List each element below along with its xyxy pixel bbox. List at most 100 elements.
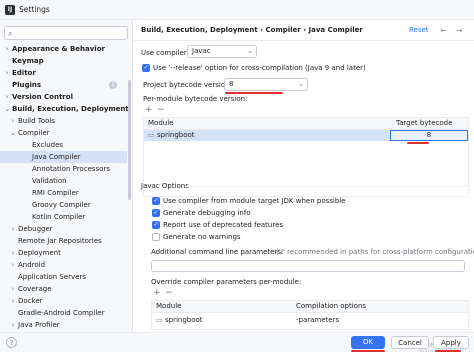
sidebar-item-label: Groovy Compiler	[32, 201, 91, 209]
chevron-right-icon[interactable]: ›	[9, 115, 17, 127]
column-compilation-options: Compilation options	[296, 302, 367, 310]
sidebar-item[interactable]: › Build Tools	[0, 115, 127, 127]
sidebar-item[interactable]: Gradle-Android Compiler	[0, 307, 127, 319]
header-divider	[134, 40, 474, 41]
sidebar-item-label: Deployment	[18, 249, 61, 257]
sidebar-item-label: Plugins	[12, 81, 42, 89]
sidebar-item[interactable]: Validation	[0, 175, 127, 187]
javac-option-checkbox[interactable]: ✓	[152, 221, 160, 229]
release-option-label: Use '--release' option for cross-compila…	[153, 64, 366, 72]
javac-option-checkbox[interactable]: ✓	[152, 209, 160, 217]
sidebar-search-input[interactable]: ⌕	[4, 26, 128, 40]
sidebar-item[interactable]: Application Servers	[0, 271, 127, 283]
remove-override-button[interactable]: −	[165, 288, 173, 298]
chevron-right-icon[interactable]: ›	[3, 91, 11, 103]
cancel-button[interactable]: Cancel	[391, 336, 429, 349]
table-row[interactable]: ▭ springboot 8	[144, 130, 468, 141]
use-compiler-label: Use compiler:	[141, 49, 190, 57]
chevron-right-icon[interactable]: ›	[9, 259, 17, 271]
sidebar-item[interactable]: Keymap	[0, 55, 127, 67]
override-table-header: Module Compilation options	[152, 301, 468, 313]
sidebar-item[interactable]: › Editor	[0, 67, 127, 79]
sidebar-item[interactable]: Plugins 1	[0, 79, 127, 91]
chevron-down-icon[interactable]: ⌄	[9, 127, 17, 139]
sidebar-item[interactable]: › Android	[0, 259, 127, 271]
settings-content: Build, Execution, Deployment › Compiler …	[134, 20, 474, 332]
breadcrumb: Build, Execution, Deployment › Compiler …	[141, 26, 363, 34]
reset-link[interactable]: Reset	[409, 26, 429, 34]
ok-button[interactable]: OK	[351, 336, 385, 349]
chevron-right-icon[interactable]: ›	[9, 319, 17, 331]
chevron-right-icon[interactable]: ›	[9, 295, 17, 307]
sidebar-item-label: Android	[18, 261, 46, 269]
javac-option-checkbox[interactable]: ✓	[152, 197, 160, 205]
additional-params-hint: ('/' recommended in paths for cross-plat…	[276, 248, 474, 256]
dialog-footer: ? CSDN @1ing000163 OK Cancel Apply	[0, 332, 474, 352]
sidebar-item-label: Application Servers	[18, 273, 86, 281]
sidebar-item[interactable]: › Appearance & Behavior	[0, 43, 127, 55]
per-module-label: Per-module bytecode version:	[143, 95, 248, 103]
chevron-right-icon[interactable]: ›	[9, 247, 17, 259]
additional-params-label: Additional command line parameters:	[151, 248, 284, 256]
add-module-button[interactable]: +	[145, 105, 153, 115]
bytecode-version-label: Project bytecode version:	[143, 81, 232, 89]
sidebar-item[interactable]: RMI Compiler	[0, 187, 127, 199]
target-bytecode-cell[interactable]: 8	[390, 130, 468, 141]
sidebar-item[interactable]: ⌄ Compiler	[0, 127, 127, 139]
column-module: Module	[156, 302, 182, 310]
help-icon[interactable]: ?	[6, 337, 17, 348]
bytecode-version-select[interactable]: 8 ⌄	[224, 78, 308, 91]
sidebar-item-label: Docker	[18, 297, 43, 305]
sidebar-item[interactable]: Kotlin Compiler	[0, 211, 127, 223]
javac-option-label: Generate no warnings	[163, 233, 241, 241]
sidebar-item-label: Kotlin Compiler	[32, 213, 86, 221]
compiler-select[interactable]: Javac ⌄	[187, 45, 257, 58]
column-module: Module	[148, 119, 174, 127]
module-bytecode-table: Module Target bytecode versi... ▭ spring…	[143, 117, 469, 197]
sidebar-item-label: Build Tools	[18, 117, 56, 125]
window-title: Settings	[19, 5, 50, 14]
sidebar-item-label: RMI Compiler	[32, 189, 79, 197]
sidebar-item-label: Remote Jar Repositories	[18, 237, 102, 245]
sidebar-item-label: Build, Execution, Deployment	[12, 105, 129, 113]
javac-option-checkbox[interactable]	[152, 233, 160, 241]
javac-option-label: Report use of deprecated features	[163, 221, 284, 229]
sidebar-item[interactable]: › Coverage	[0, 283, 127, 295]
sidebar-item[interactable]: Java Compiler	[0, 151, 127, 163]
sidebar-item[interactable]: › Java Profiler	[0, 319, 127, 331]
sidebar-item[interactable]: › Debugger	[0, 223, 127, 235]
back-arrow-icon[interactable]: ←	[440, 26, 447, 35]
table-row[interactable]: ▭ springboot -parameters	[152, 314, 468, 326]
forward-arrow-icon[interactable]: →	[456, 26, 463, 35]
chevron-down-icon[interactable]: ⌄	[3, 103, 11, 115]
release-option-checkbox[interactable]: ✓	[142, 64, 150, 72]
additional-params-input[interactable]	[151, 260, 465, 272]
sidebar-item[interactable]: › Deployment	[0, 247, 127, 259]
chevron-right-icon[interactable]: ›	[3, 67, 11, 79]
module-name: springboot	[157, 131, 195, 139]
annotation-underline	[407, 142, 429, 144]
sidebar-item-label: Excludes	[32, 141, 64, 149]
sidebar-item-label: Keymap	[12, 57, 44, 65]
chevron-right-icon[interactable]: ›	[9, 223, 17, 235]
module-table-header: Module Target bytecode versi...	[144, 118, 468, 140]
sidebar-item[interactable]: ⌄ Build, Execution, Deployment	[0, 103, 129, 115]
add-override-button[interactable]: +	[153, 288, 161, 298]
chevron-right-icon[interactable]: ›	[3, 43, 11, 55]
chevron-right-icon[interactable]: ›	[9, 283, 17, 295]
sidebar-item-label: Editor	[12, 69, 36, 77]
sidebar-scrollbar[interactable]	[128, 80, 131, 200]
sidebar-item[interactable]: Annotation Processors	[0, 163, 127, 175]
sidebar-item[interactable]: › Docker	[0, 295, 127, 307]
sidebar-item[interactable]: Remote Jar Repositories	[0, 235, 127, 247]
sidebar-item[interactable]: Excludes	[0, 139, 127, 151]
sidebar-item[interactable]: › Version Control	[0, 91, 127, 103]
override-params-label: Override compiler parameters per-module:	[151, 278, 302, 286]
search-icon: ⌕	[8, 29, 13, 38]
sidebar-item-label: Annotation Processors	[32, 165, 110, 173]
remove-module-button[interactable]: −	[157, 105, 165, 115]
sidebar-item-label: Gradle-Android Compiler	[18, 309, 105, 317]
bytecode-version-value: 8	[229, 80, 234, 88]
sidebar-item[interactable]: Groovy Compiler	[0, 199, 127, 211]
apply-button[interactable]: Apply	[433, 336, 469, 349]
